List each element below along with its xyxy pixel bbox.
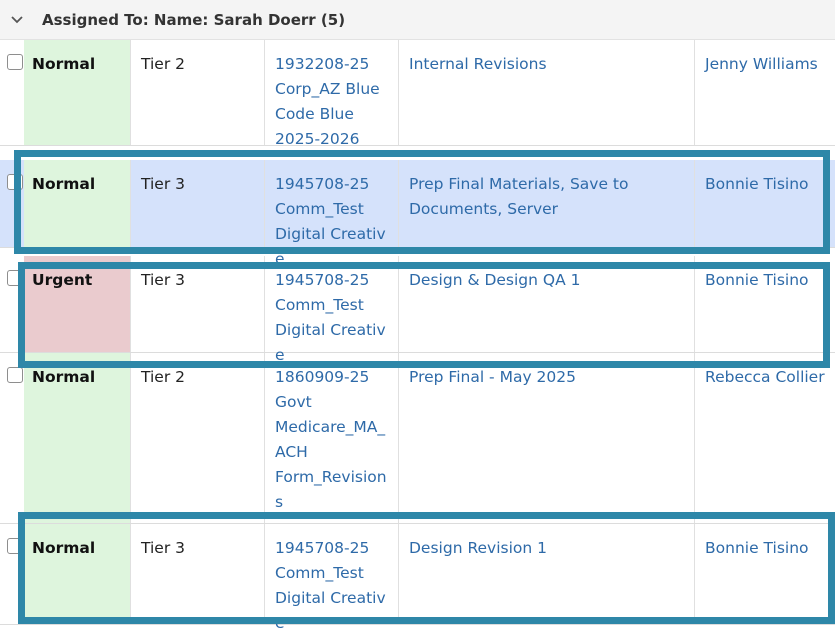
row-select-cell (0, 160, 24, 247)
task-link[interactable]: Design Revision 1 (398, 524, 694, 624)
project-line: 1945708-25 (275, 539, 370, 557)
task-link[interactable]: Prep Final - May 2025 (398, 353, 694, 523)
project-line: Digital Creative (275, 589, 386, 632)
project-line: Comm_Test (275, 200, 364, 218)
project-line: 1932208-25 (275, 55, 370, 73)
tier-cell: Tier 2 (130, 40, 264, 145)
tier-cell: Tier 3 (130, 256, 264, 352)
assignee-link[interactable]: Bonnie Tisino (694, 160, 835, 247)
project-line: 1945708-25 (275, 175, 370, 193)
project-link[interactable]: 1932208-25 Corp_AZ Blue Code Blue 2025-2… (264, 40, 398, 148)
table-row[interactable]: Normal Tier 2 1860909-25 Govt Medicare_M… (0, 353, 835, 524)
project-line: Govt (275, 393, 312, 411)
project-line: Form_Revision (275, 468, 387, 486)
table-row[interactable]: Normal Tier 3 1945708-25 Comm_Test Digit… (0, 524, 835, 632)
table-row[interactable]: Normal Tier 2 1932208-25 Corp_AZ Blue Co… (0, 40, 835, 148)
project-line: Medicare_MA_ (275, 418, 386, 436)
project-line: Comm_Test (275, 564, 364, 582)
task-link[interactable]: Design & Design QA 1 (398, 256, 694, 352)
row-checkbox[interactable] (7, 174, 23, 190)
row-select-cell (0, 256, 24, 352)
project-line: 2025-2026 (275, 130, 360, 148)
assignee-link[interactable]: Bonnie Tisino (694, 256, 835, 352)
row-checkbox[interactable] (7, 270, 23, 286)
group-title: Assigned To: Name: Sarah Doerr (5) (42, 10, 346, 29)
assignee-link[interactable]: Jenny Williams (694, 40, 835, 145)
project-link[interactable]: 1945708-25 Comm_Test Digital Creative (264, 160, 398, 268)
priority-cell: Normal (24, 353, 130, 523)
chevron-down-icon[interactable] (10, 13, 24, 27)
project-line: ACH (275, 443, 308, 461)
project-link[interactable]: 1860909-25 Govt Medicare_MA_ ACH Form_Re… (264, 353, 398, 523)
row-select-cell (0, 40, 24, 145)
row-checkbox[interactable] (7, 54, 23, 70)
project-line: 1860909-25 (275, 368, 370, 386)
priority-cell: Urgent (24, 256, 130, 352)
assignee-link[interactable]: Bonnie Tisino (694, 524, 835, 624)
row-checkbox[interactable] (7, 367, 23, 383)
project-link[interactable]: 1945708-25 Comm_Test Digital Creative (264, 524, 398, 632)
project-line: 1945708-25 (275, 271, 370, 289)
assignee-link[interactable]: Rebecca Collier (694, 353, 835, 523)
task-link[interactable]: Prep Final Materials, Save to Documents,… (398, 160, 694, 247)
project-line: Comm_Test (275, 296, 364, 314)
priority-cell: Normal (24, 40, 130, 145)
tier-cell: Tier 3 (130, 524, 264, 624)
project-line: Corp_AZ Blue (275, 80, 380, 98)
tier-cell: Tier 2 (130, 353, 264, 523)
priority-cell: Normal (24, 524, 130, 624)
tier-cell: Tier 3 (130, 160, 264, 247)
group-header[interactable]: Assigned To: Name: Sarah Doerr (5) (0, 0, 835, 40)
table-row[interactable]: Normal Tier 3 1945708-25 Comm_Test Digit… (0, 160, 835, 268)
task-link[interactable]: Internal Revisions (398, 40, 694, 145)
project-line: Code Blue (275, 105, 354, 123)
project-line: s (275, 493, 284, 511)
table-row[interactable]: Urgent Tier 3 1945708-25 Comm_Test Digit… (0, 256, 835, 364)
row-select-cell (0, 524, 24, 624)
row-select-cell (0, 353, 24, 523)
priority-cell: Normal (24, 160, 130, 247)
project-link[interactable]: 1945708-25 Comm_Test Digital Creative (264, 256, 398, 364)
row-checkbox[interactable] (7, 538, 23, 554)
